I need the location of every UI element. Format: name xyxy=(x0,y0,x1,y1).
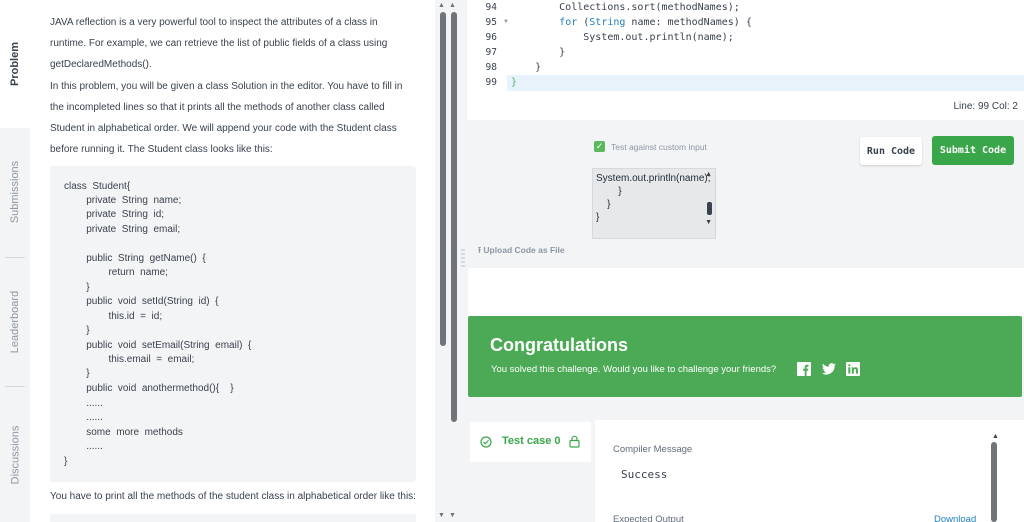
check-circle-icon xyxy=(480,436,492,448)
results-scrollbar-thumb[interactable] xyxy=(991,442,997,522)
tab-leaderboard-label: Leaderboard xyxy=(9,290,22,354)
line-number: 96 xyxy=(485,32,497,43)
code-line: for (String name: methodNames) { xyxy=(559,17,752,28)
code-line: } xyxy=(511,77,518,88)
vertical-tab-rail: Problem Submissions Leaderboard Discussi… xyxy=(0,0,30,522)
code-line: public void setId(String id) { xyxy=(64,296,219,307)
congratulations-subtitle: You solved this challenge. Would you lik… xyxy=(491,364,777,375)
code-line: private String id; xyxy=(64,209,165,220)
code-line: private String email; xyxy=(64,224,181,235)
tab-discussions-label: Discussions xyxy=(9,425,21,484)
run-code-button[interactable]: Run Code xyxy=(860,137,922,165)
line-number: 95 xyxy=(485,17,497,28)
line-number: 99 xyxy=(485,77,497,88)
fold-icon[interactable]: ▼ xyxy=(503,19,509,25)
scroll-down-icon[interactable]: ▼ xyxy=(438,512,445,519)
output-code-block xyxy=(50,514,416,522)
code-line: this.id = id; xyxy=(64,311,163,322)
code-line: ...... xyxy=(64,412,103,423)
tab-discussions[interactable]: Discussions xyxy=(0,387,30,522)
code-line: public void setEmail(String email) { xyxy=(64,340,252,351)
problem-scrollbar-thumb[interactable] xyxy=(440,12,446,346)
tab-submissions-label: Submissions xyxy=(9,160,22,224)
upload-icon: ⭱ xyxy=(478,245,481,255)
test-results-panel: Compiler Message Success Expected Output… xyxy=(595,420,1024,522)
code-line: private String name; xyxy=(64,195,182,206)
line-number: 94 xyxy=(485,2,497,13)
text-line: Student in alphabetical order. We will a… xyxy=(50,123,397,134)
student-class-code-block: class Student{ private String name; priv… xyxy=(50,166,416,482)
custom-input-label[interactable]: Test against custom input xyxy=(611,142,707,152)
code-line: } xyxy=(511,62,542,73)
code-line: } xyxy=(64,368,90,379)
text-line: In this problem, you will be given a cla… xyxy=(50,81,403,92)
code-line: System.out.println(name); xyxy=(511,32,734,43)
text-line: before running it. The Student class loo… xyxy=(50,144,273,155)
problem-paragraph-3: You have to print all the methods of the… xyxy=(50,491,416,502)
code-editor[interactable]: 94 95 ▼ 96 97 98 99 Collections.sort(met… xyxy=(467,0,1024,120)
code-line: some more methods xyxy=(64,427,183,438)
problem-panel: JAVA reflection is a very powerful tool … xyxy=(30,0,435,522)
code-line: this.email = email; xyxy=(64,354,195,365)
submit-code-button[interactable]: Submit Code xyxy=(932,136,1014,165)
code-line: return name; xyxy=(64,267,168,278)
current-line-highlight xyxy=(507,75,1024,91)
scroll-down-icon[interactable]: ▼ xyxy=(449,512,456,519)
congratulations-title: Congratulations xyxy=(490,335,628,355)
code-line: } xyxy=(64,456,68,467)
scroll-up-icon[interactable]: ▲ xyxy=(992,433,999,440)
text-line: getDeclaredMethods(). xyxy=(50,59,152,70)
right-pane-scrollbar-thumb[interactable] xyxy=(451,12,457,422)
code-line: } xyxy=(511,47,566,58)
linkedin-icon[interactable] xyxy=(846,362,860,376)
custom-input-text: System.out.println(name); } } } xyxy=(596,173,711,223)
custom-input-checkbox[interactable]: ✓ xyxy=(594,141,605,152)
facebook-icon[interactable] xyxy=(797,362,811,376)
code-line: ...... xyxy=(64,398,103,409)
cursor-position-status: Line: 99 Col: 2 xyxy=(953,101,1019,112)
compiler-message-value: Success xyxy=(621,468,668,481)
upload-label: Upload Code as File xyxy=(483,245,565,255)
textarea-scrollbar-thumb[interactable] xyxy=(707,202,712,215)
resize-handle-icon[interactable] xyxy=(461,248,465,270)
congratulations-banner: Congratulations You solved this challeng… xyxy=(468,316,1022,397)
code-line: public void anothermethod(){ } xyxy=(64,383,234,394)
scroll-down-icon[interactable]: ▼ xyxy=(705,219,712,226)
test-case-label: Test case 0 xyxy=(502,435,561,447)
scroll-up-icon[interactable]: ▲ xyxy=(438,2,445,9)
tab-submissions[interactable]: Submissions xyxy=(0,128,30,256)
expected-output-label: Expected Output xyxy=(613,514,684,522)
scroll-up-icon[interactable]: ▲ xyxy=(705,171,712,178)
tab-leaderboard[interactable]: Leaderboard xyxy=(0,258,30,386)
test-case-tab[interactable]: Test case 0 xyxy=(470,422,591,462)
code-line: public String getName() { xyxy=(64,253,206,264)
line-number: 98 xyxy=(485,62,497,73)
tab-problem-label: Problem xyxy=(9,41,22,87)
tab-problem[interactable]: Problem xyxy=(0,0,30,128)
download-link[interactable]: Download xyxy=(934,514,976,522)
twitter-icon[interactable] xyxy=(822,362,836,376)
text-line: runtime. For example, we can retrieve th… xyxy=(50,38,388,49)
code-line: } xyxy=(64,282,90,293)
problem-paragraph-2: In this problem, you will be given a cla… xyxy=(50,76,425,160)
custom-input-textarea[interactable]: System.out.println(name); } } } ▲ ▼ xyxy=(592,168,716,239)
code-line: Collections.sort(methodNames); xyxy=(511,2,740,13)
problem-paragraph-1: JAVA reflection is a very powerful tool … xyxy=(50,12,425,75)
code-line: } xyxy=(64,325,90,336)
result-card-top xyxy=(468,268,1024,316)
text-line: the incompleted lines so that it prints … xyxy=(50,102,385,113)
upload-code-link[interactable]: ⭱ Upload Code as File xyxy=(478,245,565,259)
line-number: 97 xyxy=(485,47,497,58)
text-line: JAVA reflection is a very powerful tool … xyxy=(50,17,378,28)
scroll-up-icon[interactable]: ▲ xyxy=(449,2,456,9)
compiler-message-label: Compiler Message xyxy=(613,444,693,455)
code-line: ...... xyxy=(64,441,103,452)
code-line: class Student{ xyxy=(64,181,131,192)
lock-icon xyxy=(569,435,580,448)
